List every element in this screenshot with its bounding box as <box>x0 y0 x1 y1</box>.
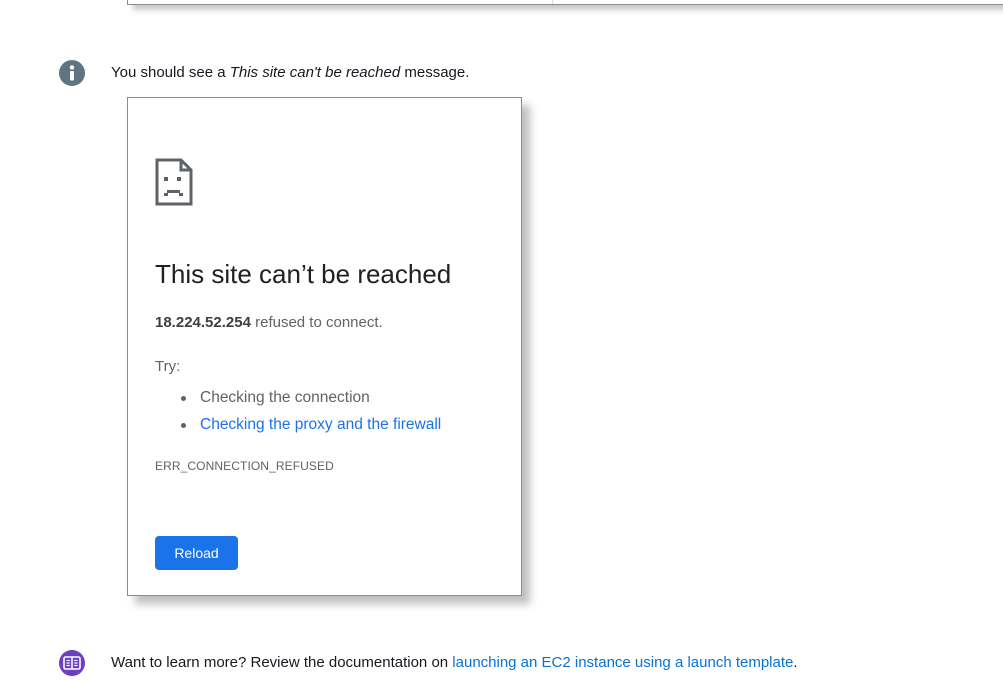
learn-more-text: Want to learn more? Review the documenta… <box>111 653 798 673</box>
lab-instructions-page: You should see a This site can't be reac… <box>0 0 1003 681</box>
launch-template-doc-link[interactable]: launching an EC2 instance using a launch… <box>452 654 793 671</box>
info-callout-text: You should see a This site can't be reac… <box>111 63 469 83</box>
info-callout-emphasis: This site can't be reached <box>229 64 401 81</box>
book-icon <box>59 650 85 676</box>
try-label: Try: <box>155 358 181 375</box>
info-callout-prefix: You should see a <box>111 64 230 81</box>
suggestion-check-proxy-firewall-link[interactable]: Checking the proxy and the firewall <box>155 411 441 438</box>
sad-document-icon <box>155 158 193 206</box>
error-description-text: refused to connect. <box>250 314 383 331</box>
info-callout-suffix: message. <box>400 64 470 81</box>
learn-more-suffix: . <box>793 654 798 671</box>
error-code: ERR_CONNECTION_REFUSED <box>155 459 334 473</box>
suggestion-check-connection: Checking the connection <box>155 384 441 411</box>
frame-divider <box>552 0 553 4</box>
error-host: 18.224.52.254 <box>155 314 251 331</box>
reload-button[interactable]: Reload <box>155 536 238 570</box>
previous-screenshot-frame <box>127 0 1003 5</box>
learn-more-prefix: Want to learn more? Review the documenta… <box>111 654 453 671</box>
browser-error-screenshot: This site can’t be reached 18.224.52.254… <box>127 97 522 596</box>
error-title: This site can’t be reached <box>155 259 452 289</box>
error-description: 18.224.52.254 refused to connect. <box>155 313 383 333</box>
info-icon <box>59 60 85 86</box>
suggestion-list: Checking the connection Checking the pro… <box>155 384 441 438</box>
